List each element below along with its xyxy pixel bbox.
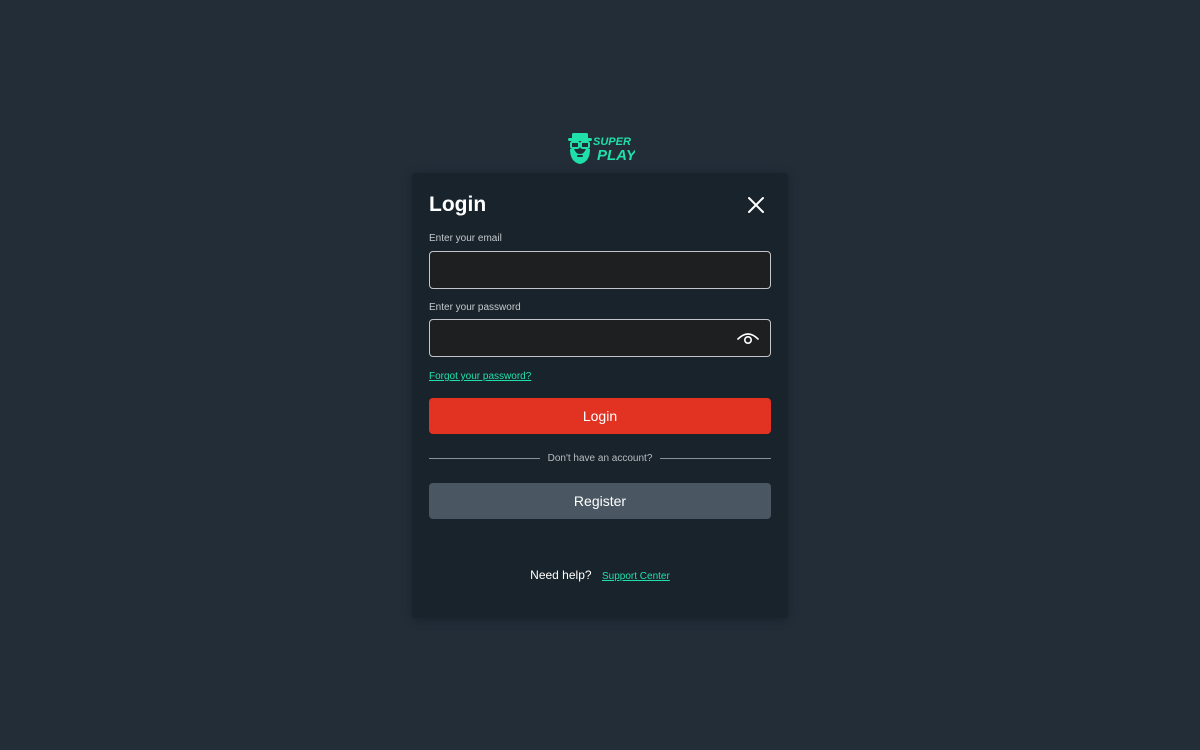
email-label: Enter your email [429,233,502,244]
logo-text-bottom: PLAY [597,147,635,164]
password-field-wrapper [429,319,771,357]
close-icon [748,197,764,213]
password-input[interactable] [430,320,770,356]
divider-line-left [429,457,540,459]
divider-text: Don't have an account? [547,452,653,464]
forgot-password-link[interactable]: Forgot your password? [429,371,531,383]
email-field-wrapper [429,251,771,289]
modal-title: Login [429,193,487,216]
register-button[interactable]: Register [429,483,771,519]
account-divider: Don't have an account? [429,451,772,465]
password-label: Enter your password [429,302,521,313]
support-center-link[interactable]: Support Center [602,571,670,582]
help-row: Need help? Support Center [412,568,788,584]
superplay-logo[interactable]: SUPER PLAY [567,130,638,166]
superplay-logo-graphic: SUPER PLAY [568,133,638,164]
eye-icon [737,333,759,345]
email-input[interactable] [430,252,770,288]
divider-line-right [660,457,772,459]
login-modal: Login Enter your email Enter your passwo… [412,173,788,618]
toggle-password-visibility-button[interactable] [736,328,760,348]
need-help-text: Need help? [530,568,592,582]
close-button[interactable] [744,193,768,217]
login-button[interactable]: Login [429,398,771,434]
